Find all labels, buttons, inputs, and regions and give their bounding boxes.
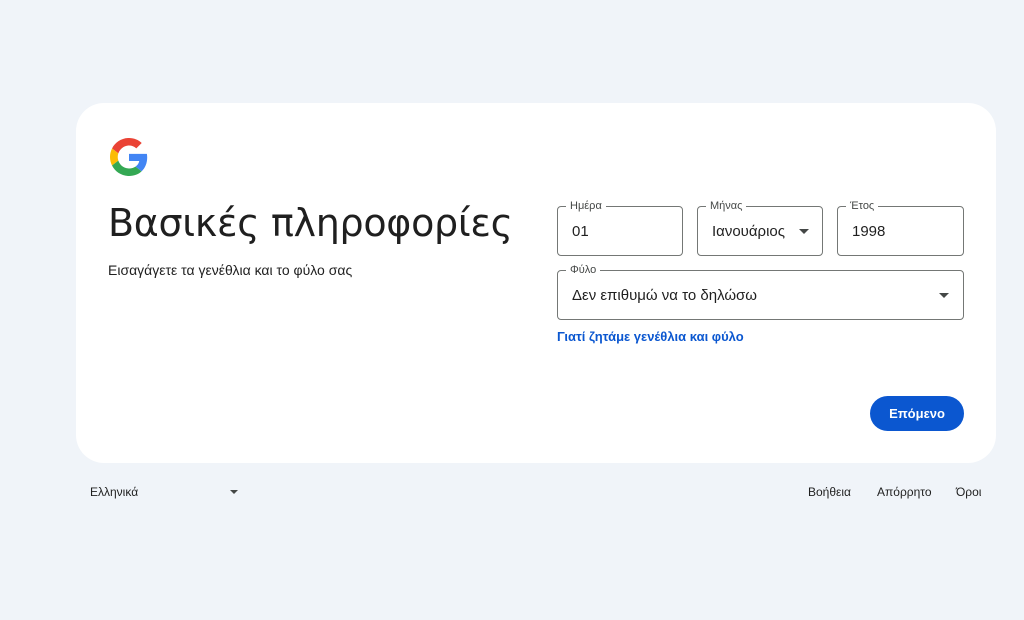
gender-select-value[interactable]: Δεν επιθυμώ να το δηλώσω (572, 287, 757, 304)
year-field-value[interactable]: 1998 (852, 223, 885, 240)
gender-select-label: Φύλο (566, 263, 601, 277)
footer: Ελληνικά Βοήθεια Απόρρητο Όροι (0, 481, 1024, 501)
month-select-value[interactable]: Ιανουάριος (712, 223, 785, 240)
language-select-value[interactable]: Ελληνικά (90, 485, 138, 499)
google-logo-icon (110, 138, 148, 176)
next-button[interactable]: Επόμενο (870, 396, 964, 431)
year-field-label: Έτος (846, 199, 879, 213)
page-subtitle: Εισαγάγετε τα γενέθλια και το φύλο σας (108, 262, 353, 278)
year-field[interactable]: Έτος 1998 (837, 199, 964, 256)
month-select[interactable]: Μήνας Ιανουάριος (697, 199, 823, 256)
gender-select[interactable]: Φύλο Δεν επιθυμώ να το δηλώσω (557, 263, 964, 320)
month-select-label: Μήνας (706, 199, 747, 213)
dropdown-arrow-icon[interactable] (230, 490, 238, 494)
privacy-link[interactable]: Απόρρητο (877, 485, 932, 499)
day-field[interactable]: Ημέρα 01 (557, 199, 683, 256)
dropdown-arrow-icon[interactable] (799, 229, 809, 234)
page-title: Βασικές πληροφορίες (108, 201, 513, 245)
day-field-value[interactable]: 01 (572, 223, 589, 240)
why-birthday-gender-link[interactable]: Γιατί ζητάμε γενέθλια και φύλο (557, 329, 744, 344)
dropdown-arrow-icon[interactable] (939, 293, 949, 298)
terms-link[interactable]: Όροι (956, 485, 981, 499)
day-field-label: Ημέρα (566, 199, 606, 213)
language-select[interactable]: Ελληνικά (90, 483, 242, 501)
help-link[interactable]: Βοήθεια (808, 485, 851, 499)
signup-card: Βασικές πληροφορίες Εισαγάγετε τα γενέθλ… (76, 103, 996, 463)
